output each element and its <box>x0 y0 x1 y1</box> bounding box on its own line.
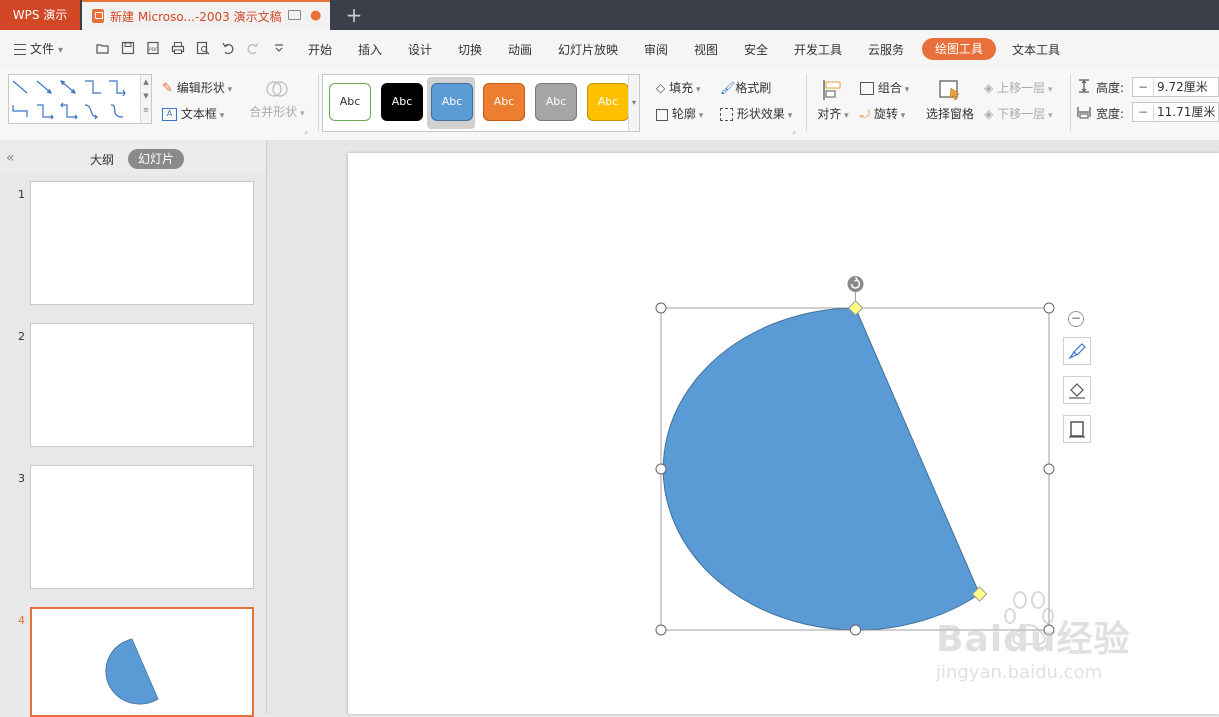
brush-icon <box>1068 343 1086 360</box>
resize-handle[interactable] <box>850 624 861 636</box>
resize-handle[interactable] <box>655 302 667 314</box>
watermark-url: jingyan.baidu.com <box>936 662 1103 683</box>
outline-icon <box>1069 421 1085 438</box>
watermark-brand: Baidu经验 <box>936 619 1131 660</box>
rotate-handle-icon[interactable] <box>847 276 864 292</box>
collapse-float-toolbar-icon[interactable]: − <box>1068 311 1084 327</box>
resize-handle[interactable] <box>1043 302 1055 314</box>
baidu-watermark: Baidu经验 jingyan.baidu.com <box>934 588 1164 688</box>
shape-fill-button[interactable] <box>1063 376 1091 404</box>
resize-handle[interactable] <box>655 624 667 636</box>
resize-handle[interactable] <box>655 463 667 475</box>
shape-style-button[interactable] <box>1063 337 1091 365</box>
resize-handle[interactable] <box>1043 463 1055 475</box>
shape-outline-button[interactable] <box>1063 415 1091 443</box>
fill-bucket-icon <box>1069 383 1085 399</box>
pie-shape[interactable] <box>662 307 981 631</box>
